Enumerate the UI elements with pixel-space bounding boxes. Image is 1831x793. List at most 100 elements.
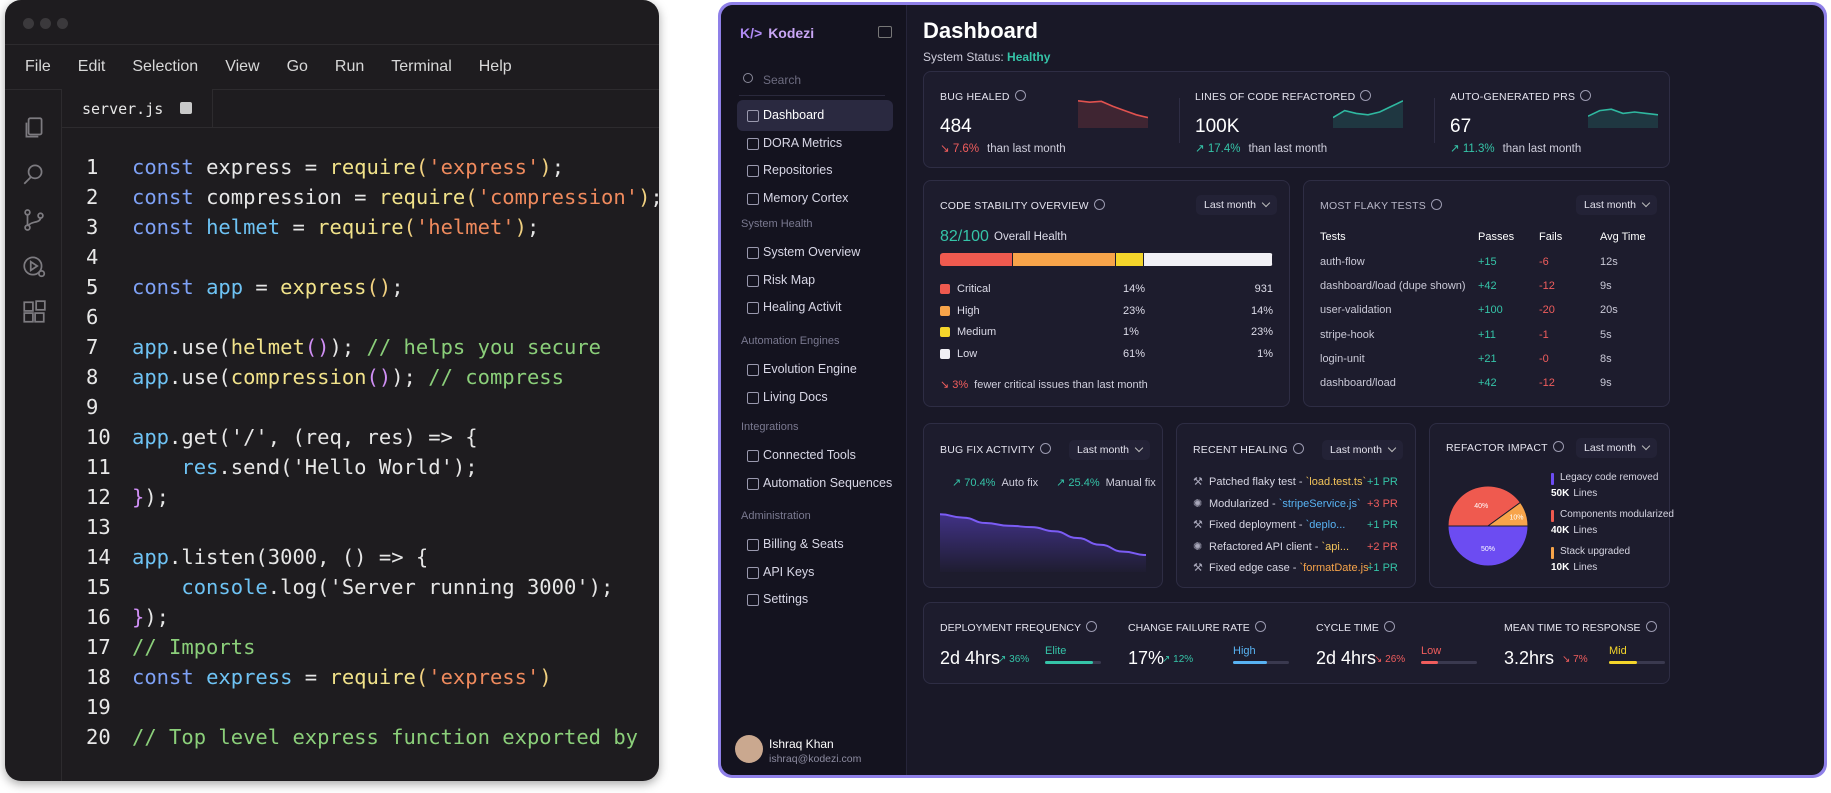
sidebar-item-living-docs[interactable]: Living Docs (737, 382, 893, 413)
sidebar-item-automation-sequences[interactable]: Automation Sequences (737, 468, 893, 499)
sidebar-collapse-icon[interactable] (878, 26, 892, 38)
menu-selection[interactable]: Selection (132, 58, 198, 76)
line-text: const express = require('express') (132, 662, 552, 692)
menu-edit[interactable]: Edit (78, 58, 106, 76)
sidebar-item-label: Memory Cortex (763, 190, 849, 205)
code-token: require (329, 665, 416, 689)
search-icon[interactable] (21, 161, 47, 187)
info-icon[interactable] (1430, 199, 1442, 210)
metric-delta: ↘ 26% (1374, 654, 1406, 665)
code-area[interactable]: 1 const express = require('express'); 2 con… (62, 152, 659, 752)
kpi-delta-value: ↗ 11.3% (1450, 143, 1495, 155)
table-cell: auth-flow (1320, 256, 1365, 268)
table-cell: -0 (1539, 352, 1549, 365)
healing-item[interactable]: Modularized - `stripeService.js` (1209, 498, 1361, 510)
healing-pr-count: +3 PR (1367, 497, 1398, 510)
line-number: 13 (86, 515, 111, 539)
settings-icon (747, 594, 759, 606)
info-icon[interactable] (1093, 199, 1105, 210)
info-icon[interactable] (1039, 443, 1051, 454)
code-token: .send('Hello World'); (218, 455, 478, 479)
files-icon[interactable] (21, 115, 47, 141)
sidebar-item-risk-map[interactable]: Risk Map (737, 265, 893, 296)
tab-modified-icon[interactable] (180, 102, 192, 114)
healing-code: `stripeService.js` (1278, 497, 1361, 510)
window-maximize-dot[interactable] (57, 18, 68, 29)
severity-share: 61% (1123, 347, 1146, 360)
info-icon[interactable] (1292, 443, 1304, 454)
search-input[interactable]: Search (739, 67, 885, 96)
run-debug-icon[interactable] (21, 253, 47, 279)
healing-item[interactable]: Patched flaky test - `load.test.ts` (1209, 476, 1366, 488)
sidebar-item-billing-seats[interactable]: Billing & Seats (737, 529, 893, 560)
code-token: res (132, 455, 219, 479)
sidebar-item-system-overview[interactable]: System Overview (737, 237, 893, 268)
range-dropdown[interactable]: Last month (1196, 195, 1277, 215)
kodezi-logo: K/> (740, 25, 763, 41)
range-dropdown[interactable]: Last month (1069, 440, 1150, 460)
recent-healing-card: RECENT HEALING Last month ⚒ Patched flaky t… (1176, 423, 1416, 588)
menu-go[interactable]: Go (287, 58, 308, 76)
code-token: ); (329, 335, 355, 359)
code-token: // compress (415, 365, 564, 389)
window-close-dot[interactable] (23, 18, 34, 29)
info-icon[interactable] (1014, 90, 1026, 101)
info-icon[interactable] (1086, 621, 1097, 632)
menu-view[interactable]: View (225, 58, 259, 76)
menu-terminal[interactable]: Terminal (391, 58, 451, 76)
code-editor-window: File Edit Selection View Go Run Terminal Help s… (5, 0, 659, 781)
healing-pr-count: +2 PR (1367, 540, 1398, 553)
menu-run[interactable]: Run (335, 58, 364, 76)
auto-fix-label: Auto fix (1001, 477, 1039, 489)
healing-item[interactable]: Refactored API client - `api... (1209, 541, 1349, 553)
source-control-icon[interactable] (21, 207, 47, 233)
code-token: ; (527, 215, 540, 239)
range-dropdown[interactable]: Last month (1576, 438, 1657, 458)
line-number: 20 (86, 725, 111, 749)
sidebar-item-evolution-engine[interactable]: Evolution Engine (737, 354, 893, 385)
info-icon[interactable] (1383, 621, 1395, 632)
sidebar-item-label: DORA Metrics (763, 135, 843, 150)
pie-slice-label: 40% (1474, 503, 1488, 510)
healing-item[interactable]: Fixed deployment - `deplo... (1209, 519, 1345, 531)
sidebar-item-dora-metrics[interactable]: DORA Metrics (737, 128, 893, 159)
sidebar-item-dashboard[interactable]: Dashboard (737, 100, 893, 131)
table-cell: -1 (1539, 328, 1549, 341)
info-icon[interactable] (1645, 621, 1657, 632)
code-token: ( (415, 155, 429, 179)
menu-help[interactable]: Help (479, 58, 512, 76)
tab-server-js[interactable]: server.js (62, 89, 213, 127)
menu-file[interactable]: File (25, 58, 51, 76)
code-line: 10 app.get('/', (req, res) => { (62, 422, 659, 452)
sidebar-item-repositories[interactable]: Repositories (737, 155, 893, 186)
code-line: 12}); (62, 482, 659, 512)
table-cell: +11 (1478, 328, 1496, 341)
range-dropdown[interactable]: Last month (1576, 195, 1657, 215)
search-icon (743, 73, 753, 83)
sidebar-item-api-keys[interactable]: API Keys (737, 557, 893, 588)
sidebar-item-memory-cortex[interactable]: Memory Cortex (737, 183, 893, 214)
sidebar-item-settings[interactable]: Settings (737, 584, 893, 615)
code-token: // helps you secure (354, 335, 602, 359)
window-minimize-dot[interactable] (40, 18, 51, 29)
user-name: Ishraq Khan (769, 737, 834, 751)
sidebar-item-label: Living Docs (763, 389, 828, 404)
brand[interactable]: K/> Kodezi (740, 25, 814, 41)
extensions-icon[interactable] (21, 299, 47, 325)
code-token: ( (403, 215, 416, 239)
impact-amount: 50K (1551, 488, 1570, 499)
range-dropdown[interactable]: Last month (1322, 440, 1403, 460)
sidebar-item-connected-tools[interactable]: Connected Tools (737, 440, 893, 471)
healing-item[interactable]: Fixed edge case - `formatDate.js` (1209, 562, 1372, 574)
info-icon[interactable] (1552, 441, 1564, 452)
info-icon[interactable] (1254, 621, 1266, 632)
code-token: const (132, 665, 207, 689)
sidebar-item-healing-activit[interactable]: Healing Activit (737, 292, 893, 323)
line-number: 11 (86, 455, 111, 479)
line-number: 6 (86, 305, 99, 329)
metric-tier-fill (1045, 661, 1093, 664)
code-token: ); (144, 605, 170, 629)
line-text: // Imports (132, 632, 255, 662)
code-token: console (132, 575, 268, 599)
healing-text: Fixed deployment - (1209, 519, 1306, 531)
